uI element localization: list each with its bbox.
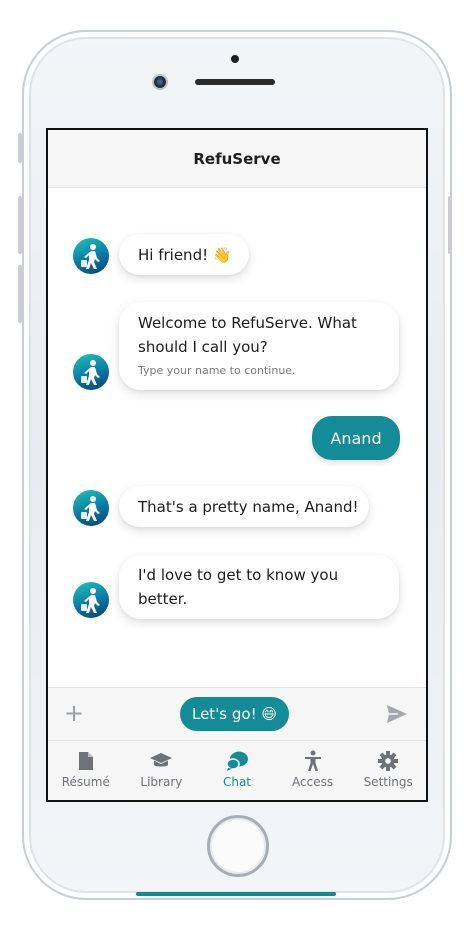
message-text: Hi friend! 👋 bbox=[138, 246, 232, 264]
bottom-accent-strip bbox=[136, 892, 336, 896]
composer-bar: + Let's go! 😄 bbox=[48, 687, 426, 740]
tab-settings[interactable]: Settings bbox=[350, 741, 426, 800]
bot-avatar-icon bbox=[73, 238, 109, 274]
tab-chat[interactable]: Chat bbox=[199, 741, 275, 800]
message-text: I'd love to get to know you better. bbox=[138, 566, 339, 608]
bottom-tab-bar: Résumé Library Chat Access Settings bbox=[48, 740, 426, 800]
graduation-cap-icon bbox=[150, 753, 173, 767]
mute-switch bbox=[18, 133, 22, 163]
volume-down-button bbox=[18, 265, 22, 323]
bot-message-bubble: Hi friend! 👋 bbox=[119, 234, 249, 275]
front-camera-icon bbox=[154, 76, 166, 88]
user-message-bubble: Anand bbox=[312, 416, 400, 460]
tab-access[interactable]: Access bbox=[275, 741, 351, 800]
quick-reply-label: Let's go! 😄 bbox=[191, 705, 278, 723]
message-hint: Type your name to continue. bbox=[138, 364, 296, 377]
tab-library[interactable]: Library bbox=[124, 741, 200, 800]
app-title: RefuServe bbox=[193, 149, 281, 168]
tab-label: Chat bbox=[222, 775, 251, 789]
tab-label: Library bbox=[140, 775, 183, 789]
tab-resume[interactable]: Résumé bbox=[48, 741, 124, 800]
quick-reply-button[interactable]: Let's go! 😄 bbox=[180, 697, 289, 731]
walking-person-icon bbox=[81, 496, 100, 521]
tab-label: Résumé bbox=[61, 775, 110, 789]
bot-message-bubble: That's a pretty name, Anand! bbox=[119, 486, 369, 527]
app-header: RefuServe bbox=[48, 130, 426, 188]
tab-label: Access bbox=[292, 775, 334, 789]
message-text: Welcome to RefuServe. What should I call… bbox=[138, 314, 357, 356]
earpiece-speaker bbox=[195, 79, 275, 85]
send-icon[interactable] bbox=[386, 704, 408, 724]
bot-avatar-icon bbox=[73, 354, 109, 390]
walking-person-icon bbox=[81, 360, 100, 385]
power-button bbox=[448, 196, 452, 254]
walking-person-icon bbox=[81, 588, 100, 613]
message-text: Anand bbox=[330, 428, 382, 448]
chat-bubbles-icon bbox=[226, 751, 248, 771]
gear-icon bbox=[378, 751, 399, 771]
message-text: That's a pretty name, Anand! bbox=[138, 498, 359, 516]
plus-icon[interactable]: + bbox=[64, 701, 84, 725]
accessibility-icon bbox=[304, 750, 321, 771]
bot-message-bubble: I'd love to get to know you better. bbox=[119, 555, 399, 619]
document-icon bbox=[78, 752, 93, 770]
home-button[interactable] bbox=[207, 815, 269, 877]
bot-message-bubble: Welcome to RefuServe. What should I call… bbox=[119, 302, 399, 390]
bot-avatar-icon bbox=[73, 582, 109, 618]
walking-person-icon bbox=[81, 244, 100, 269]
app-screen: RefuServe Hi friend! 👋 Welcome to RefuSe… bbox=[46, 128, 428, 802]
sensor-dot bbox=[231, 55, 239, 63]
bot-avatar-icon bbox=[73, 490, 109, 526]
tab-label: Settings bbox=[363, 775, 413, 789]
volume-up-button bbox=[18, 196, 22, 254]
